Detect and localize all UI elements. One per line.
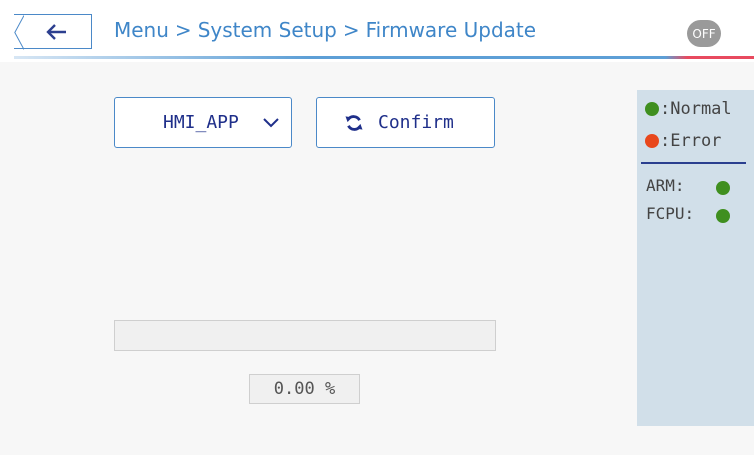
breadcrumb: Menu > System Setup > Firmware Update (114, 18, 536, 42)
progress-percentage: 0.00 % (249, 374, 360, 404)
panel-divider (641, 162, 746, 164)
normal-status-dot (645, 102, 659, 116)
progress-bar (114, 320, 496, 351)
header-divider (14, 56, 754, 59)
breadcrumb-item-menu[interactable]: Menu (114, 18, 169, 42)
confirm-button-label: Confirm (378, 112, 454, 133)
breadcrumb-item-system-setup[interactable]: System Setup (198, 18, 337, 42)
status-label-arm: ARM: (646, 176, 685, 195)
firmware-select[interactable]: HMI_APP (114, 97, 292, 148)
breadcrumb-separator: > (342, 18, 360, 42)
chevron-down-icon (263, 118, 279, 128)
left-arrow-icon (46, 24, 66, 40)
power-toggle[interactable]: OFF (687, 20, 721, 47)
status-row-arm: ARM: (646, 176, 746, 198)
refresh-icon (345, 115, 363, 131)
legend-error-label: :Error (660, 131, 722, 151)
confirm-button[interactable]: Confirm (316, 97, 495, 148)
legend-error: :Error (645, 130, 721, 152)
error-status-dot (645, 134, 659, 148)
fcpu-status-dot (716, 209, 730, 223)
status-row-fcpu: FCPU: (646, 204, 746, 226)
breadcrumb-separator: > (174, 18, 192, 42)
firmware-select-value: HMI_APP (163, 112, 239, 133)
back-button[interactable] (14, 14, 92, 50)
back-button-notch (14, 15, 24, 50)
legend-normal-label: :Normal (660, 99, 732, 119)
legend-normal: :Normal (645, 98, 732, 120)
header-bar: Menu > System Setup > Firmware Update OFF (0, 0, 754, 62)
status-label-fcpu: FCPU: (646, 204, 695, 223)
breadcrumb-item-firmware-update: Firmware Update (365, 18, 537, 42)
arm-status-dot (716, 181, 730, 195)
firmware-update-screen: Menu > System Setup > Firmware Update OFF HM… (0, 0, 754, 455)
status-panel: :Normal :Error ARM: FCPU: (637, 90, 754, 426)
